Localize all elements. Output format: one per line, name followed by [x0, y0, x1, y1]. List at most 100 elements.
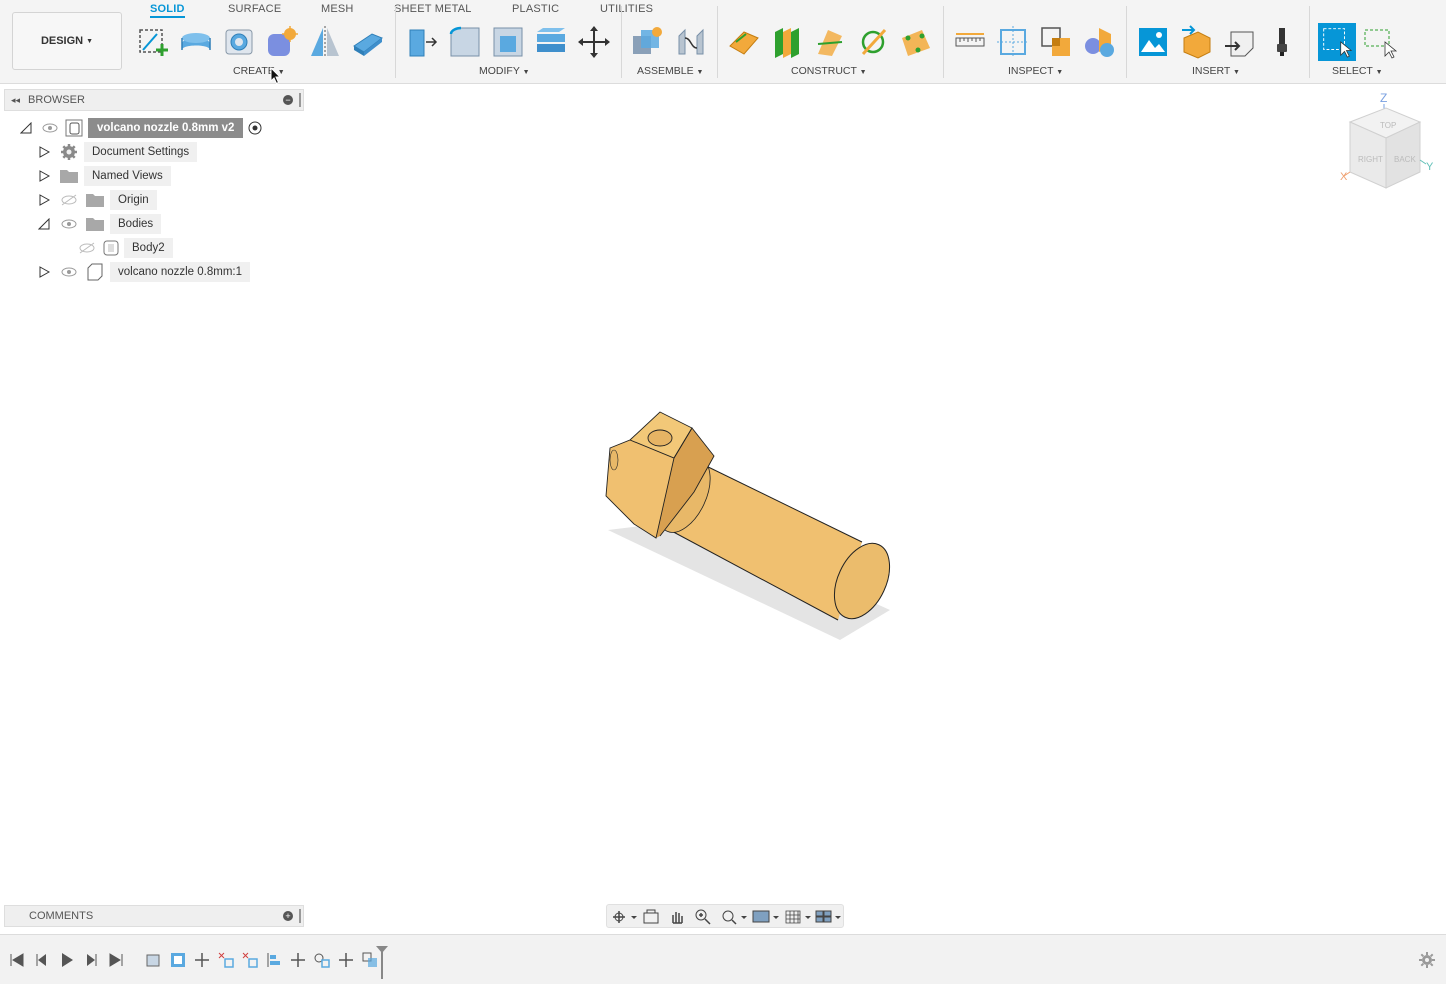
create-sketch-icon[interactable] [135, 24, 171, 60]
gear-icon[interactable] [1418, 951, 1436, 969]
panel-grip-icon[interactable] [299, 909, 301, 923]
extrude-icon[interactable] [178, 24, 214, 60]
collapsed-triangle-icon[interactable] [38, 194, 50, 206]
timeline-extrude-icon[interactable] [169, 951, 187, 969]
folder-icon [86, 218, 104, 231]
play-icon[interactable] [58, 951, 76, 969]
section-analysis-icon[interactable] [1038, 24, 1074, 60]
timeline-move-icon[interactable] [193, 951, 211, 969]
group-construct[interactable]: CONSTRUCT ▼ [791, 65, 867, 77]
insert-mesh-icon[interactable] [1178, 24, 1214, 60]
eye-icon[interactable] [40, 118, 60, 138]
shell-icon[interactable] [490, 24, 526, 60]
timeline-combine-icon[interactable] [217, 951, 235, 969]
tangent-plane-icon[interactable] [855, 24, 891, 60]
workspace-switcher[interactable]: DESIGN ▼ [12, 12, 122, 70]
timeline-sketch-icon[interactable] [145, 951, 163, 969]
step-forward-icon[interactable] [82, 951, 100, 969]
tab-surface[interactable]: SURFACE [228, 3, 281, 15]
viewcube[interactable]: Z TOP RIGHT BACK X Y [1334, 88, 1438, 198]
thicken-icon[interactable] [350, 24, 386, 60]
fillet-icon[interactable] [447, 24, 483, 60]
mirror-icon[interactable] [307, 24, 343, 60]
revolve-icon[interactable] [221, 24, 257, 60]
minus-circle-icon[interactable]: − [283, 95, 293, 105]
tab-solid[interactable]: SOLID [150, 3, 185, 18]
group-inspect[interactable]: INSPECT ▼ [1008, 65, 1063, 77]
nozzle-3d-model[interactable] [590, 400, 910, 650]
comments-panel-header[interactable]: COMMENTS + [4, 905, 304, 927]
eye-icon[interactable] [58, 262, 80, 282]
tree-item-bodies[interactable]: Bodies [58, 214, 162, 234]
orbit-icon[interactable] [609, 907, 637, 927]
display-settings-icon[interactable] [751, 907, 779, 927]
chevron-down-icon: ▼ [859, 69, 867, 76]
step-back-icon[interactable] [33, 951, 51, 969]
look-at-icon[interactable] [641, 907, 661, 927]
group-insert[interactable]: INSERT ▼ [1192, 65, 1240, 77]
joint-icon[interactable] [673, 24, 709, 60]
group-assemble[interactable]: ASSEMBLE ▼ [637, 65, 703, 77]
viewports-icon[interactable] [813, 907, 841, 927]
eye-hidden-icon[interactable] [58, 190, 80, 210]
go-to-end-icon[interactable] [107, 951, 125, 969]
press-pull-icon[interactable] [404, 24, 440, 60]
form-icon[interactable] [264, 24, 300, 60]
add-comment-icon[interactable]: + [283, 911, 293, 921]
select-window-icon[interactable] [1318, 23, 1356, 61]
timeline-align-icon[interactable] [265, 951, 283, 969]
collapse-panel-icon[interactable]: ◂◂ [11, 95, 20, 106]
new-component-icon[interactable] [629, 24, 665, 60]
timeline-joint-icon[interactable] [313, 951, 331, 969]
tree-item-document-settings[interactable]: Document Settings [58, 142, 198, 162]
panel-grip-icon[interactable] [299, 93, 301, 107]
grid-snaps-icon[interactable] [783, 907, 811, 927]
select-freeform-icon[interactable] [1361, 24, 1398, 60]
plane-at-angle-icon[interactable] [812, 24, 848, 60]
activate-radio-icon[interactable] [247, 120, 263, 136]
timeline-marker[interactable] [375, 945, 389, 979]
root-component-label[interactable]: volcano nozzle 0.8mm v2 [88, 118, 244, 138]
insert-mcmaster-icon[interactable] [1264, 24, 1300, 60]
eye-hidden-icon[interactable] [76, 238, 98, 258]
collapsed-triangle-icon[interactable] [38, 146, 50, 158]
move-icon[interactable] [576, 24, 612, 60]
chevron-down-icon: ▼ [1056, 69, 1064, 76]
tree-item-component[interactable]: volcano nozzle 0.8mm:1 [58, 262, 251, 282]
display-component-colors-icon[interactable] [1081, 24, 1117, 60]
collapsed-triangle-icon[interactable] [38, 170, 50, 182]
expanded-triangle-icon[interactable] [20, 122, 32, 134]
tree-item-origin[interactable]: Origin [58, 190, 157, 210]
eye-icon[interactable] [58, 214, 80, 234]
pan-hand-icon[interactable] [667, 907, 687, 927]
zoom-icon[interactable] [693, 907, 713, 927]
group-inspect-label: INSPECT [1008, 65, 1054, 77]
go-to-start-icon[interactable] [8, 951, 26, 969]
insert-image-icon[interactable] [1135, 24, 1171, 60]
folder-icon [86, 194, 104, 207]
group-select[interactable]: SELECT ▼ [1332, 65, 1383, 77]
insert-svg-icon[interactable] [1221, 24, 1257, 60]
tree-item-named-views[interactable]: Named Views [58, 166, 171, 186]
tree-root-row[interactable]: volcano nozzle 0.8mm v2 [40, 118, 263, 138]
tab-utilities[interactable]: UTILITIES [600, 3, 653, 15]
measure-icon[interactable] [952, 24, 988, 60]
combine-icon[interactable] [533, 24, 569, 60]
tree-item-body2[interactable]: Body2 [76, 238, 173, 258]
timeline-move-icon-2[interactable] [289, 951, 307, 969]
group-modify[interactable]: MODIFY ▼ [479, 65, 530, 77]
tab-mesh[interactable]: MESH [321, 3, 354, 15]
mouse-cursor-icon [270, 67, 282, 85]
expanded-triangle-icon[interactable] [38, 218, 50, 230]
separator [395, 6, 396, 78]
plane-through-points-icon[interactable] [898, 24, 934, 60]
interference-icon[interactable] [995, 24, 1031, 60]
collapsed-triangle-icon[interactable] [38, 266, 50, 278]
tab-plastic[interactable]: PLASTIC [512, 3, 559, 15]
timeline-move-icon-3[interactable] [337, 951, 355, 969]
midplane-icon[interactable] [769, 24, 805, 60]
timeline-delete-icon[interactable] [241, 951, 259, 969]
fit-icon[interactable] [719, 907, 747, 927]
offset-plane-icon[interactable] [726, 24, 762, 60]
tab-sheet-metal[interactable]: SHEET METAL [394, 3, 472, 15]
